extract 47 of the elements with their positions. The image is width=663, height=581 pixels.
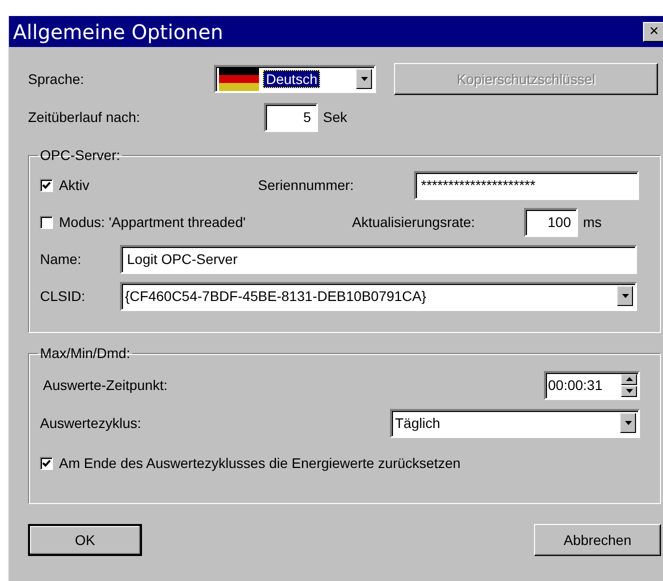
spin-up-button[interactable] (621, 374, 637, 384)
dropdown-button[interactable] (617, 286, 633, 306)
update-rate-field[interactable]: 100 (524, 208, 578, 236)
checkmark-icon (42, 180, 51, 190)
language-value: Deutsch (263, 70, 320, 88)
update-rate-label: Aktualisierungsrate: (352, 214, 476, 230)
timeout-label: Zeitüberlauf nach: (28, 109, 142, 125)
checkbox[interactable] (40, 216, 53, 228)
caret-icon (360, 77, 368, 81)
unit-label: Sek (323, 109, 348, 125)
language-label: Sprache: (28, 71, 86, 87)
dropdown-button[interactable] (356, 69, 372, 89)
unit-label: ms (583, 214, 602, 230)
spin-down-button[interactable] (621, 386, 637, 396)
timeout-field[interactable]: 5 (264, 102, 318, 132)
clsid-value: {CF460C54-7BDF-45BE-8131-DEB10B0791CA} (125, 288, 426, 304)
close-button[interactable]: × (643, 22, 663, 42)
caret-icon (624, 421, 632, 425)
eval-time-label: Auswerte-Zeitpunkt: (43, 377, 168, 393)
serial-field[interactable]: ********************* (414, 170, 639, 200)
checkmark-icon (42, 458, 51, 468)
checkbox-label: Am Ende des Auswertezyklusses die Energiewerte zurücksetzen (59, 455, 461, 471)
checkbox-label: Modus: 'Appartment threaded' (59, 214, 246, 230)
eval-cycle-value: Täglich (395, 415, 440, 431)
checkbox-label: Aktiv (59, 177, 90, 193)
group-title: OPC-Server: (39, 147, 122, 163)
clsid-dropdown[interactable]: {CF460C54-7BDF-45BE-8131-DEB10B0791CA} (120, 282, 637, 310)
dropdown-button[interactable] (620, 413, 636, 433)
checkbox[interactable] (40, 456, 53, 470)
serial-label: Seriennummer: (258, 177, 355, 193)
time-spinner[interactable]: 00:00:31 (544, 370, 640, 400)
time-value: 00:00:31 (548, 377, 604, 393)
cancel-button[interactable]: Abbrechen (534, 524, 661, 556)
group-title: Max/Min/Dmd: (39, 345, 132, 361)
caret-icon (622, 294, 628, 298)
name-label: Name: (40, 251, 82, 267)
flag-icon (219, 67, 259, 91)
language-dropdown[interactable]: Deutsch (214, 65, 376, 93)
ok-button[interactable]: OK (28, 524, 142, 556)
clsid-label: CLSID: (40, 288, 86, 304)
checkbox[interactable] (40, 178, 53, 192)
window-title: Allgemeine Optionen (13, 20, 224, 44)
eval-cycle-dropdown[interactable]: Täglich (390, 408, 640, 438)
eval-cycle-label: Auswertezyklus: (40, 415, 142, 431)
up-arrow-icon (626, 377, 632, 381)
name-field[interactable]: Logit OPC-Server (120, 244, 637, 274)
down-arrow-icon (626, 389, 632, 393)
